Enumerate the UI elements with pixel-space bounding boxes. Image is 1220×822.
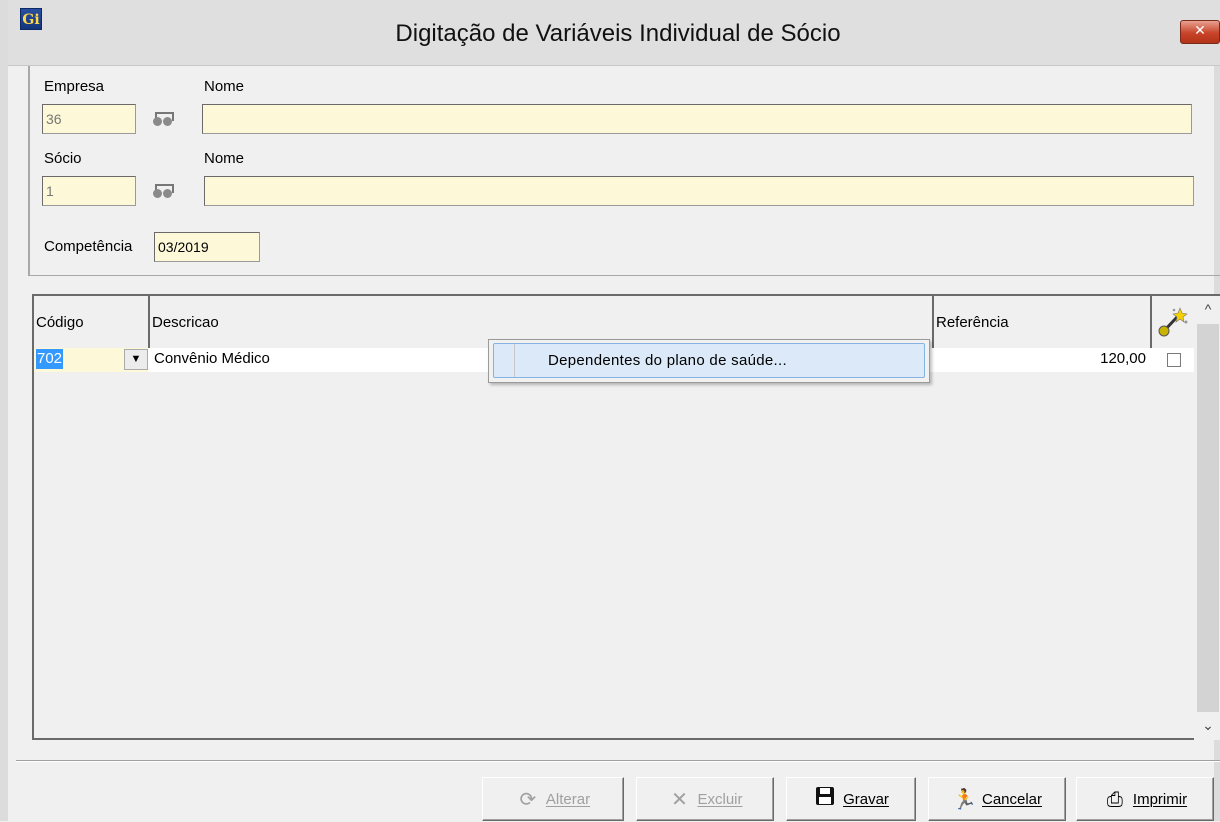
delete-x-icon: ✕: [671, 789, 688, 812]
menu-separator: [514, 344, 515, 377]
socio-nome-field[interactable]: [204, 176, 1194, 206]
excluir-label: Excluir: [697, 791, 743, 808]
running-man-icon: 🏃: [951, 789, 977, 812]
context-menu: Dependentes do plano de saúde...: [488, 339, 930, 383]
header-form: Empresa 36 Nome Sócio 1 Nome Competência…: [28, 66, 1220, 276]
gravar-button[interactable]: Gravar: [786, 777, 916, 821]
scroll-up-icon[interactable]: ^: [1194, 296, 1220, 322]
menu-item-label: Dependentes do plano de saúde...: [548, 352, 787, 369]
gravar-label: Gravar: [843, 791, 889, 808]
title-bar[interactable]: Gi Digitação de Variáveis Individual de …: [8, 0, 1220, 66]
scrollbar-track[interactable]: [1197, 324, 1219, 712]
column-header-referencia[interactable]: Referência: [934, 296, 1152, 348]
close-button[interactable]: ✕: [1180, 20, 1220, 44]
socio-field[interactable]: 1: [42, 176, 136, 206]
empresa-field[interactable]: 36: [42, 104, 136, 134]
excluir-button[interactable]: ✕ Excluir: [636, 777, 774, 821]
competencia-label: Competência: [44, 238, 133, 255]
competencia-field[interactable]: 03/2019: [154, 232, 260, 262]
dialog-window: Gi Digitação de Variáveis Individual de …: [0, 0, 1220, 821]
cancelar-button[interactable]: 🏃 Cancelar: [928, 777, 1066, 821]
scroll-down-icon[interactable]: ⌄: [1194, 712, 1220, 738]
codigo-cell[interactable]: 702 ▼: [34, 348, 148, 372]
socio-nome-label: Nome: [204, 150, 245, 167]
dropdown-arrow-icon[interactable]: ▼: [124, 349, 148, 370]
printer-icon: ⎙: [1106, 789, 1123, 812]
alterar-label: Alterar: [545, 791, 591, 808]
column-header-codigo[interactable]: Código: [34, 296, 150, 348]
codigo-value: 702: [36, 349, 64, 369]
referencia-cell[interactable]: 120,00: [936, 348, 1150, 372]
column-header-tool[interactable]: [1152, 296, 1196, 348]
floppy-disk-icon: [813, 778, 837, 822]
vertical-scrollbar[interactable]: ^ ⌄: [1194, 296, 1220, 740]
window-title: Digitação de Variáveis Individual de Sóc…: [395, 20, 841, 47]
imprimir-label: Imprimir: [1132, 791, 1188, 808]
empresa-nome-field[interactable]: [202, 104, 1192, 134]
imprimir-button[interactable]: ⎙ Imprimir: [1076, 777, 1214, 821]
empresa-nome-label: Nome: [204, 78, 245, 95]
binoculars-icon[interactable]: [152, 112, 174, 126]
refresh-icon: ⟳: [519, 789, 537, 812]
empresa-label: Empresa: [44, 78, 105, 95]
row-checkbox[interactable]: [1167, 353, 1181, 367]
cancelar-label: Cancelar: [981, 791, 1043, 808]
alterar-button[interactable]: ⟳ Alterar: [482, 777, 624, 821]
magic-wand-icon: [1158, 307, 1188, 337]
divider: [16, 760, 1220, 762]
binoculars-icon[interactable]: [152, 184, 174, 198]
socio-label: Sócio: [44, 150, 82, 167]
menu-item-dependentes[interactable]: Dependentes do plano de saúde...: [493, 343, 925, 378]
